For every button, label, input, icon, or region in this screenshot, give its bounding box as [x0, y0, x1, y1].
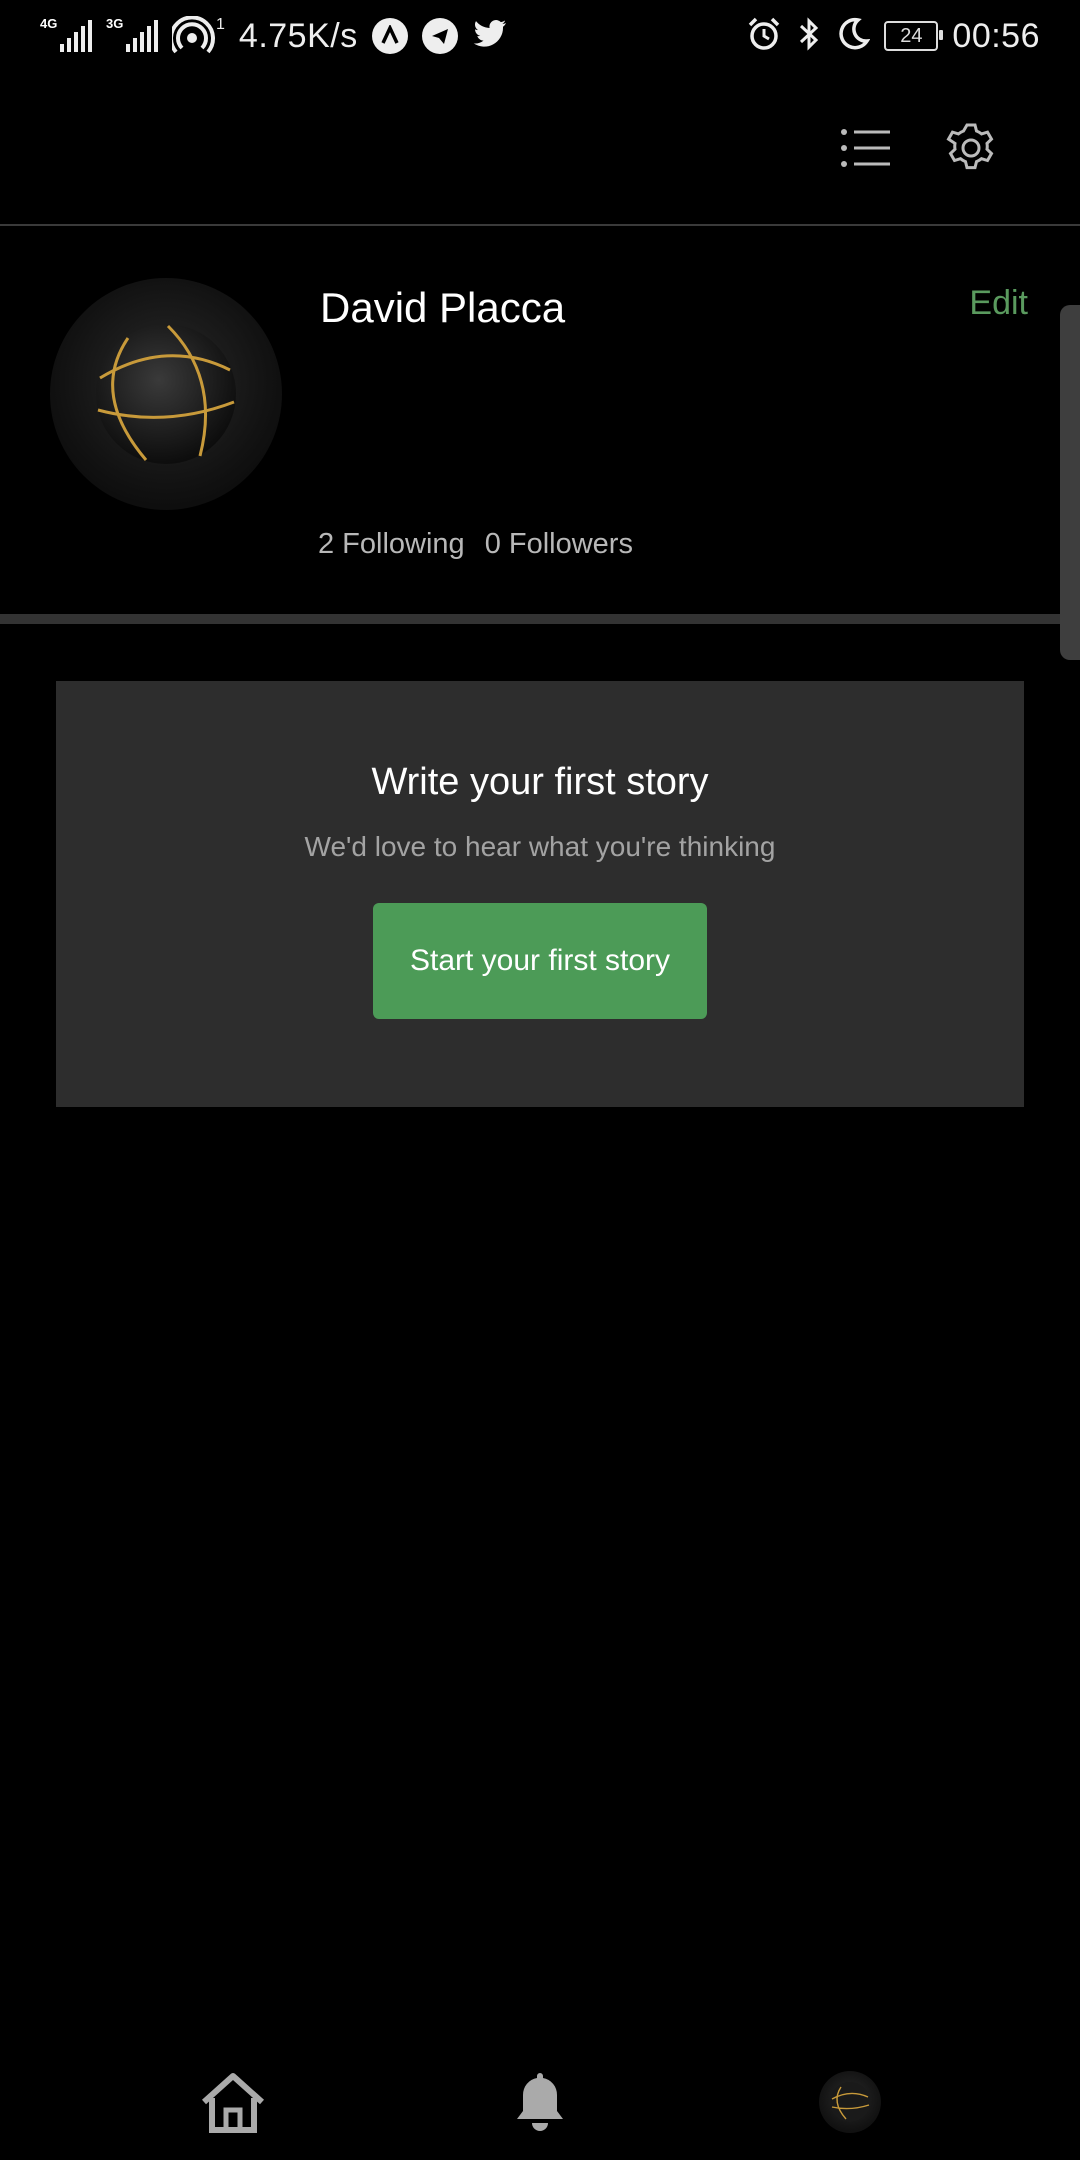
battery-icon: 24: [884, 21, 944, 51]
network-type-2: 3G: [106, 16, 124, 31]
home-icon[interactable]: [188, 2062, 278, 2142]
status-bar-right: 24 00:56: [746, 12, 1040, 60]
gear-icon[interactable]: [935, 112, 1007, 184]
follow-stats: 2 Following 0 Followers: [318, 528, 633, 561]
hotspot-count: 1: [216, 16, 225, 33]
bell-icon[interactable]: [495, 2062, 585, 2142]
clock: 00:56: [952, 16, 1040, 55]
card-subtitle: We'd love to hear what you're thinking: [304, 831, 776, 862]
profile-header: David Placca Edit 2 Following 0 Follower…: [0, 226, 1080, 614]
section-divider: [0, 614, 1080, 624]
signal-strength-icon: 3G: [106, 16, 158, 52]
signal-strength-icon: 4G: [40, 16, 92, 52]
start-story-button[interactable]: Start your first story: [373, 903, 707, 1019]
twitter-icon: [472, 19, 508, 54]
network-speed: 4.75K/s: [238, 16, 358, 55]
scrollbar[interactable]: [1060, 305, 1080, 660]
profile-name: David Placca: [320, 284, 566, 331]
telegram-icon: [421, 18, 458, 54]
bottom-navigation: [0, 2040, 1080, 2160]
first-story-card: Write your first story We'd love to hear…: [56, 681, 1024, 1107]
app-bar: [0, 72, 1080, 226]
profile-tab-avatar[interactable]: [805, 2062, 895, 2142]
navigation-icon: [371, 18, 408, 54]
moon-icon: [836, 17, 871, 56]
avatar[interactable]: [50, 278, 282, 510]
alarm-icon: [746, 16, 782, 57]
card-title: Write your first story: [371, 761, 709, 803]
followers-count[interactable]: 0 Followers: [485, 528, 633, 561]
following-count[interactable]: 2 Following: [318, 528, 465, 561]
status-bar: 4G 3G 1 4.75K/s 24 00:56: [0, 0, 1080, 72]
edit-profile-link[interactable]: Edit: [969, 284, 1028, 323]
network-type-1: 4G: [40, 16, 58, 31]
bluetooth-icon: [796, 16, 822, 57]
battery-level: 24: [900, 24, 923, 47]
hotspot-icon: 1: [172, 16, 225, 56]
list-icon[interactable]: [830, 112, 902, 184]
status-bar-left: 4G 3G 1 4.75K/s: [40, 12, 508, 60]
avatar: [819, 2071, 881, 2133]
